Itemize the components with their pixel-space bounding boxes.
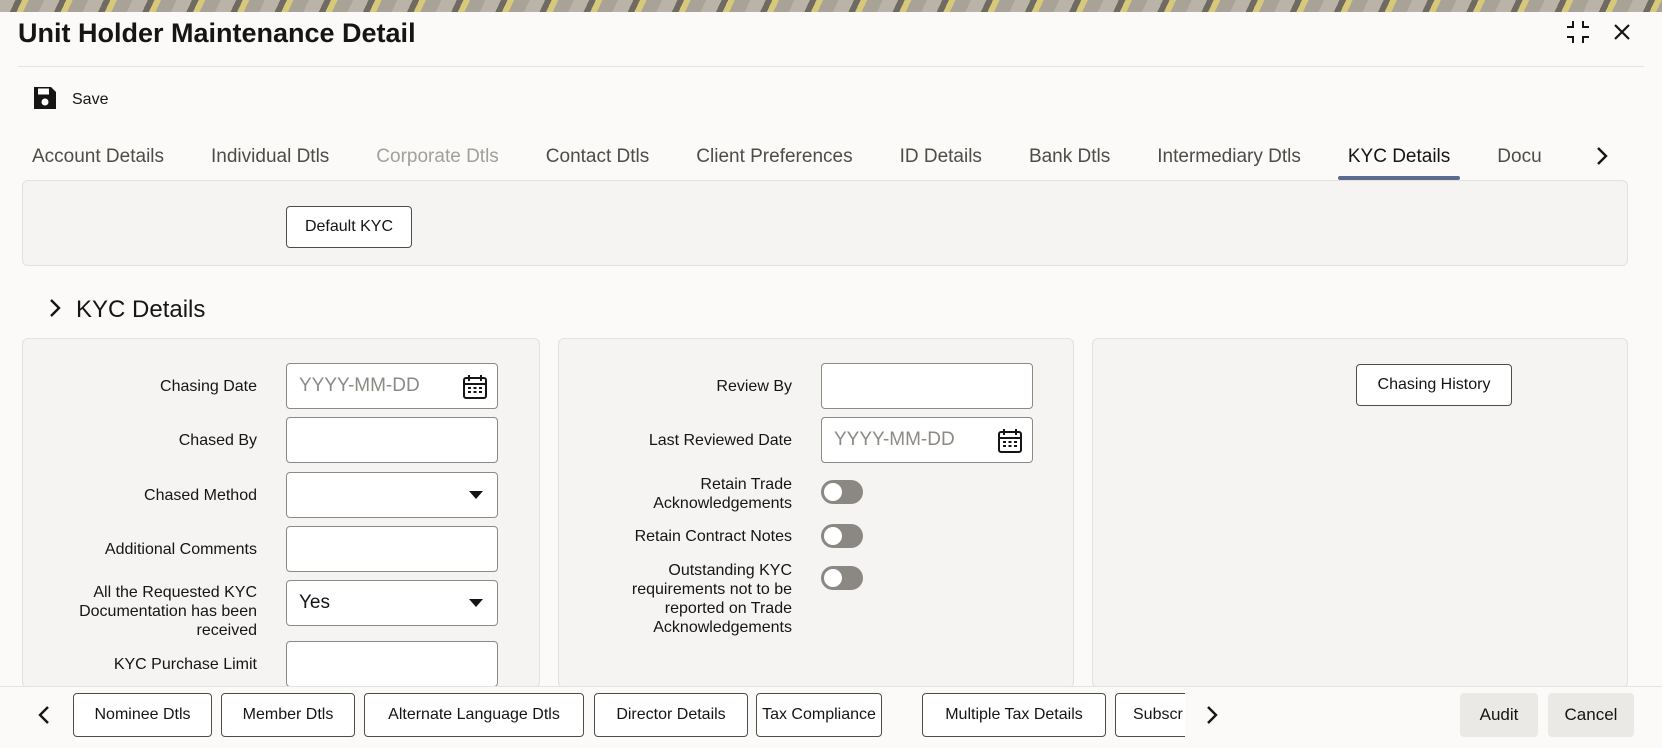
tab-account-details[interactable]: Account Details xyxy=(22,146,174,180)
additional-comments-label: Additional Comments xyxy=(104,541,257,558)
save-button[interactable]: Save xyxy=(32,84,108,116)
director-details-button[interactable]: Director Details xyxy=(594,693,748,737)
last-reviewed-date-field[interactable]: YYYY-MM-DD xyxy=(821,417,1033,463)
subscr-button[interactable]: Subscr xyxy=(1115,693,1185,737)
chased-by-label: Chased By xyxy=(178,432,257,449)
tab-client-preferences[interactable]: Client Preferences xyxy=(686,146,862,180)
calendar-icon[interactable] xyxy=(997,428,1023,460)
chevron-right-icon xyxy=(48,298,62,323)
last-reviewed-date-placeholder: YYYY-MM-DD xyxy=(834,429,955,450)
review-by-field[interactable] xyxy=(821,363,1033,409)
footer-scroll-right-icon[interactable] xyxy=(1198,697,1226,733)
calendar-icon[interactable] xyxy=(462,374,488,406)
save-icon xyxy=(32,85,58,116)
chevron-down-icon xyxy=(469,599,483,607)
save-label: Save xyxy=(72,91,109,108)
title-divider xyxy=(18,66,1644,67)
chevron-down-icon xyxy=(469,491,483,499)
outstanding-kyc-toggle[interactable] xyxy=(821,566,863,590)
tab-id-details[interactable]: ID Details xyxy=(890,146,992,180)
chased-method-label: Chased Method xyxy=(144,487,257,504)
retain-trade-ack-toggle[interactable] xyxy=(821,480,863,504)
chased-method-select[interactable] xyxy=(286,472,498,518)
outstanding-kyc-label: Outstanding KYC requirements not to be r… xyxy=(631,562,792,636)
tab-individual-dtls[interactable]: Individual Dtls xyxy=(201,146,339,180)
last-reviewed-date-label: Last Reviewed Date xyxy=(648,432,792,449)
top-panel xyxy=(22,180,1628,266)
tab-contact-dtls[interactable]: Contact Dtls xyxy=(536,146,659,180)
chased-by-field[interactable] xyxy=(286,417,498,463)
cancel-button[interactable]: Cancel xyxy=(1548,693,1634,737)
top-banner-stripe xyxy=(0,0,1662,12)
requested-docs-value: Yes xyxy=(299,592,330,613)
multiple-tax-details-button[interactable]: Multiple Tax Details xyxy=(922,693,1106,737)
close-icon[interactable] xyxy=(1604,14,1640,50)
chasing-history-button[interactable]: Chasing History xyxy=(1356,364,1512,406)
kyc-section-header[interactable]: KYC Details xyxy=(48,296,205,324)
footer-scroll-left-icon[interactable] xyxy=(30,697,58,733)
tab-documents[interactable]: Docu xyxy=(1487,146,1551,180)
tab-corporate-dtls: Corporate Dtls xyxy=(376,146,499,167)
chasing-date-placeholder: YYYY-MM-DD xyxy=(299,375,420,396)
review-by-label: Review By xyxy=(716,378,792,395)
default-kyc-button[interactable]: Default KYC xyxy=(286,206,412,248)
retain-contract-notes-label: Retain Contract Notes xyxy=(634,528,792,545)
additional-comments-field[interactable] xyxy=(286,526,498,572)
tab-scroll-right-icon[interactable] xyxy=(1588,140,1616,172)
kyc-purchase-limit-field[interactable] xyxy=(286,641,498,687)
tax-compliance-button[interactable]: Tax Compliance xyxy=(756,693,882,737)
audit-button[interactable]: Audit xyxy=(1460,693,1538,737)
collapse-icon[interactable] xyxy=(1560,14,1596,50)
retain-contract-notes-toggle[interactable] xyxy=(821,524,863,548)
kyc-purchase-limit-label: KYC Purchase Limit xyxy=(113,656,257,673)
tab-kyc-details[interactable]: KYC Details xyxy=(1337,146,1461,180)
page-title: Unit Holder Maintenance Detail xyxy=(18,18,416,48)
member-dtls-button[interactable]: Member Dtls xyxy=(221,693,355,737)
tab-bar: Account Details Individual Dtls Corporat… xyxy=(22,128,1582,180)
toggle-knob xyxy=(824,483,842,501)
chasing-date-field[interactable]: YYYY-MM-DD xyxy=(286,363,498,409)
requested-docs-label: All the Requested KYC Documentation has … xyxy=(79,584,257,639)
tab-bank-dtls[interactable]: Bank Dtls xyxy=(1019,146,1120,180)
toggle-knob xyxy=(824,527,842,545)
chasing-date-label: Chasing Date xyxy=(160,378,257,395)
retain-trade-ack-label: Retain Trade Acknowledgements xyxy=(653,476,792,512)
tab-intermediary-dtls[interactable]: Intermediary Dtls xyxy=(1147,146,1311,180)
nominee-dtls-button[interactable]: Nominee Dtls xyxy=(73,693,212,737)
toggle-knob xyxy=(824,569,842,587)
alternate-language-dtls-button[interactable]: Alternate Language Dtls xyxy=(364,693,584,737)
section-title: KYC Details xyxy=(76,296,206,323)
requested-docs-select[interactable]: Yes xyxy=(286,580,498,626)
